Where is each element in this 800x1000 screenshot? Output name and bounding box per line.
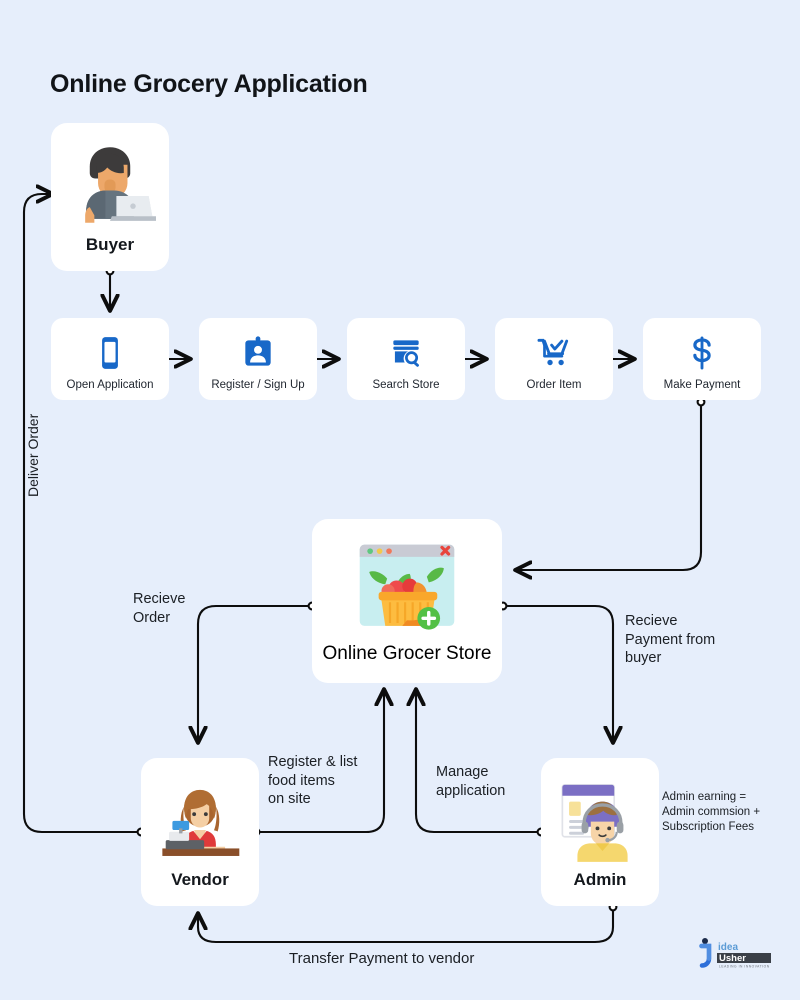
page-title: Online Grocery Application (50, 70, 368, 98)
step-label-order-item: Order Item (526, 378, 582, 391)
logo-word-usher: Usher (719, 953, 746, 964)
admin-support-agent-icon (561, 784, 628, 862)
edge-label-register-list: Register & list food items on site (268, 754, 358, 808)
vendor-cashier-icon (162, 789, 240, 856)
buyer-person-laptop-icon (85, 147, 156, 223)
step-label-make-payment: Make Payment (663, 378, 741, 391)
step-card-search-store[interactable]: Search Store (347, 318, 465, 400)
node-buyer-label: Buyer (85, 235, 135, 254)
dollar-sign-icon (693, 336, 711, 369)
edge-label-manage-application: Manage application (436, 764, 506, 799)
id-card-person-icon (245, 335, 271, 366)
shopping-cart-check-icon (537, 338, 569, 365)
node-store-label: Online Grocer Store (322, 643, 492, 664)
step-card-open-application[interactable]: Open Application (51, 318, 169, 400)
step-label-open-application: Open Application (66, 378, 154, 391)
idea-usher-logo: idea Usher LEADING IN INNOVATION (699, 938, 771, 969)
node-vendor[interactable]: Vendor (141, 758, 259, 906)
node-online-grocer-store[interactable]: Online Grocer Store (312, 519, 502, 683)
store-search-icon (393, 339, 420, 367)
step-label-register: Register / Sign Up (211, 378, 305, 391)
node-admin-label: Admin (573, 870, 627, 889)
diagram-canvas: Online Grocery Application Buyer Open Ap… (0, 0, 800, 1000)
browser-grocery-basket-icon (359, 544, 455, 630)
mobile-phone-icon (102, 336, 118, 369)
step-card-order-item[interactable]: Order Item (495, 318, 613, 400)
step-label-search-store: Search Store (372, 378, 440, 391)
step-card-register[interactable]: Register / Sign Up (199, 318, 317, 400)
edge-label-admin-earning: Admin earning = Admin commsion + Subscri… (662, 791, 761, 834)
edge-label-recieve-payment: Recieve Payment from buyer (625, 613, 716, 667)
logo-tagline: LEADING IN INNOVATION (719, 965, 770, 969)
logo-word-idea: idea (718, 942, 738, 953)
step-card-make-payment[interactable]: Make Payment (643, 318, 761, 400)
node-buyer[interactable]: Buyer (51, 123, 169, 271)
edge-label-deliver-order: Deliver Order (25, 413, 41, 497)
edge-label-recieve-order: Recieve Order (133, 591, 186, 626)
node-vendor-label: Vendor (171, 870, 229, 889)
edge-label-transfer-payment: Transfer Payment to vendor (289, 950, 475, 967)
node-admin[interactable]: Admin (541, 758, 659, 906)
